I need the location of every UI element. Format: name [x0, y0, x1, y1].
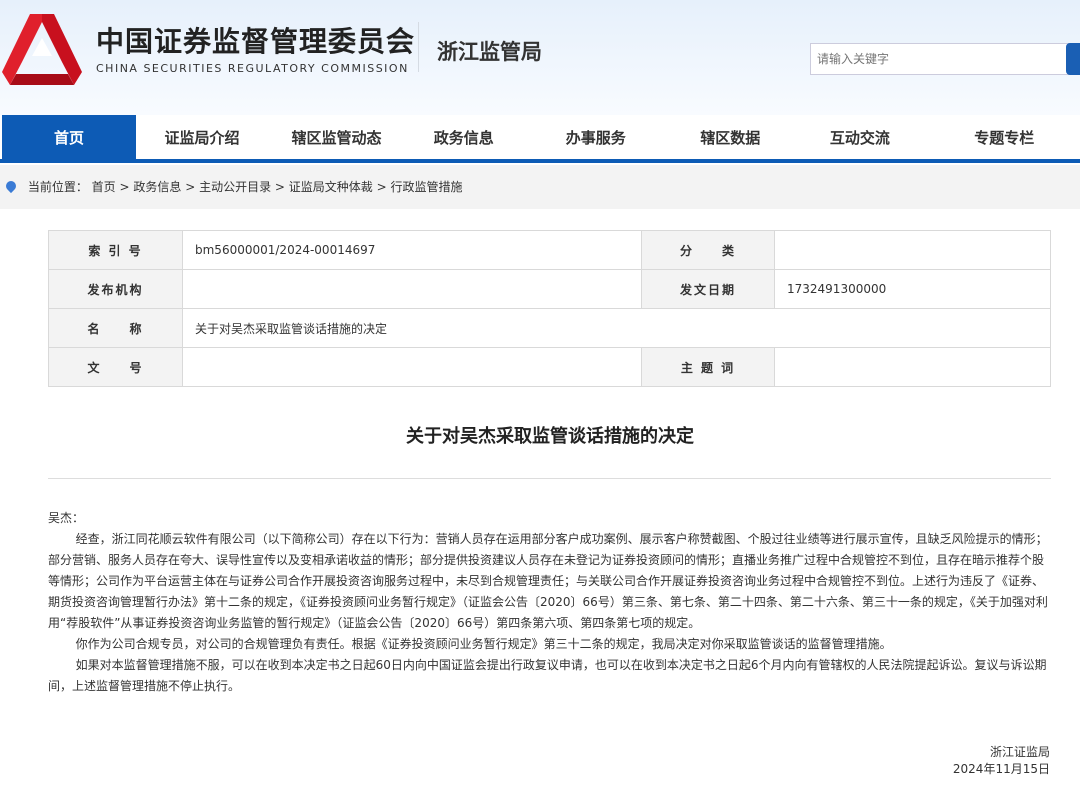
nav-topics[interactable]: 专题专栏 [928, 115, 1080, 159]
search-input[interactable] [810, 43, 1070, 75]
keywords-label: 主 题 词 [641, 347, 775, 387]
breadcrumb-item[interactable]: 证监局文种体裁 [289, 180, 373, 194]
document-body: 吴杰： 经查，浙江同花顺云软件有限公司（以下简称公司）存在以下行为：营销人员存在… [48, 508, 1051, 697]
nav-intro[interactable]: 证监局介绍 [136, 115, 268, 159]
nav-home[interactable]: 首页 [2, 115, 137, 159]
breadcrumb-item[interactable]: 首页 [92, 180, 116, 194]
nav-government-info[interactable]: 政务信息 [405, 115, 522, 159]
paragraph: 你作为公司合规专员，对公司的合规管理负有责任。根据《证券投资顾问业务暂行规定》第… [75, 637, 892, 651]
date-value: 1732491300000 [774, 269, 1051, 309]
breadcrumb: 当前位置： 首页 > 政务信息 > 主动公开目录 > 证监局文种体裁 > 行政监… [0, 165, 1080, 209]
paragraph: 如果对本监督管理措施不服，可以在收到本决定书之日起60日内向中国证监会提出行政复… [48, 658, 1047, 693]
docno-label: 文 号 [48, 347, 183, 387]
name-label: 名 称 [48, 308, 183, 348]
org-name-cn: 中国证券监督管理委员会 [96, 25, 416, 58]
docno-value [182, 347, 642, 387]
index-value: bm56000001/2024-00014697 [182, 230, 642, 270]
category-label: 分 类 [641, 230, 775, 270]
org-name-en: CHINA SECURITIES REGULATORY COMMISSION [96, 62, 409, 75]
location-pin-icon [3, 178, 19, 194]
main-nav: 首页 证监局介绍 辖区监管动态 政务信息 办事服务 辖区数据 互动交流 专题专栏 [0, 115, 1080, 163]
nav-data[interactable]: 辖区数据 [669, 115, 791, 159]
csrc-logo-icon[interactable] [2, 12, 82, 87]
bureau-name: 浙江监管局 [437, 40, 542, 64]
breadcrumb-item[interactable]: 主动公开目录 [199, 180, 271, 194]
search-button[interactable] [1066, 43, 1080, 75]
paragraph: 经查，浙江同花顺云软件有限公司（以下简称公司）存在以下行为：营销人员存在运用部分… [48, 532, 1048, 630]
signature-block: 浙江证监局 2024年11月15日 [953, 744, 1050, 778]
signature: 浙江证监局 [989, 745, 1050, 759]
category-value [774, 230, 1051, 270]
breadcrumb-item[interactable]: 行政监管措施 [390, 180, 462, 194]
site-header: 中国证券监督管理委员会 CHINA SECURITIES REGULATORY … [0, 0, 1080, 115]
date-label: 发文日期 [641, 269, 775, 309]
issuer-label: 发布机构 [48, 269, 183, 309]
divider [48, 478, 1051, 479]
salutation: 吴杰： [48, 511, 85, 525]
breadcrumb-item[interactable]: 政务信息 [133, 180, 181, 194]
document-title: 关于对吴杰采取监管谈话措施的决定 [406, 426, 694, 447]
divider [418, 22, 419, 72]
nav-services[interactable]: 办事服务 [522, 115, 669, 159]
name-value: 关于对吴杰采取监管谈话措施的决定 [182, 308, 1051, 348]
nav-interaction[interactable]: 互动交流 [791, 115, 928, 159]
signature-date: 2024年11月15日 [952, 762, 1050, 776]
keywords-value [774, 347, 1051, 387]
index-label: 索 引 号 [48, 230, 183, 270]
issuer-value [182, 269, 642, 309]
breadcrumb-label: 当前位置： [27, 180, 88, 194]
document-metadata-table: 索 引 号 bm56000001/2024-00014697 分 类 发布机构 发文日… [48, 230, 1051, 387]
nav-dynamics[interactable]: 辖区监管动态 [268, 115, 405, 159]
